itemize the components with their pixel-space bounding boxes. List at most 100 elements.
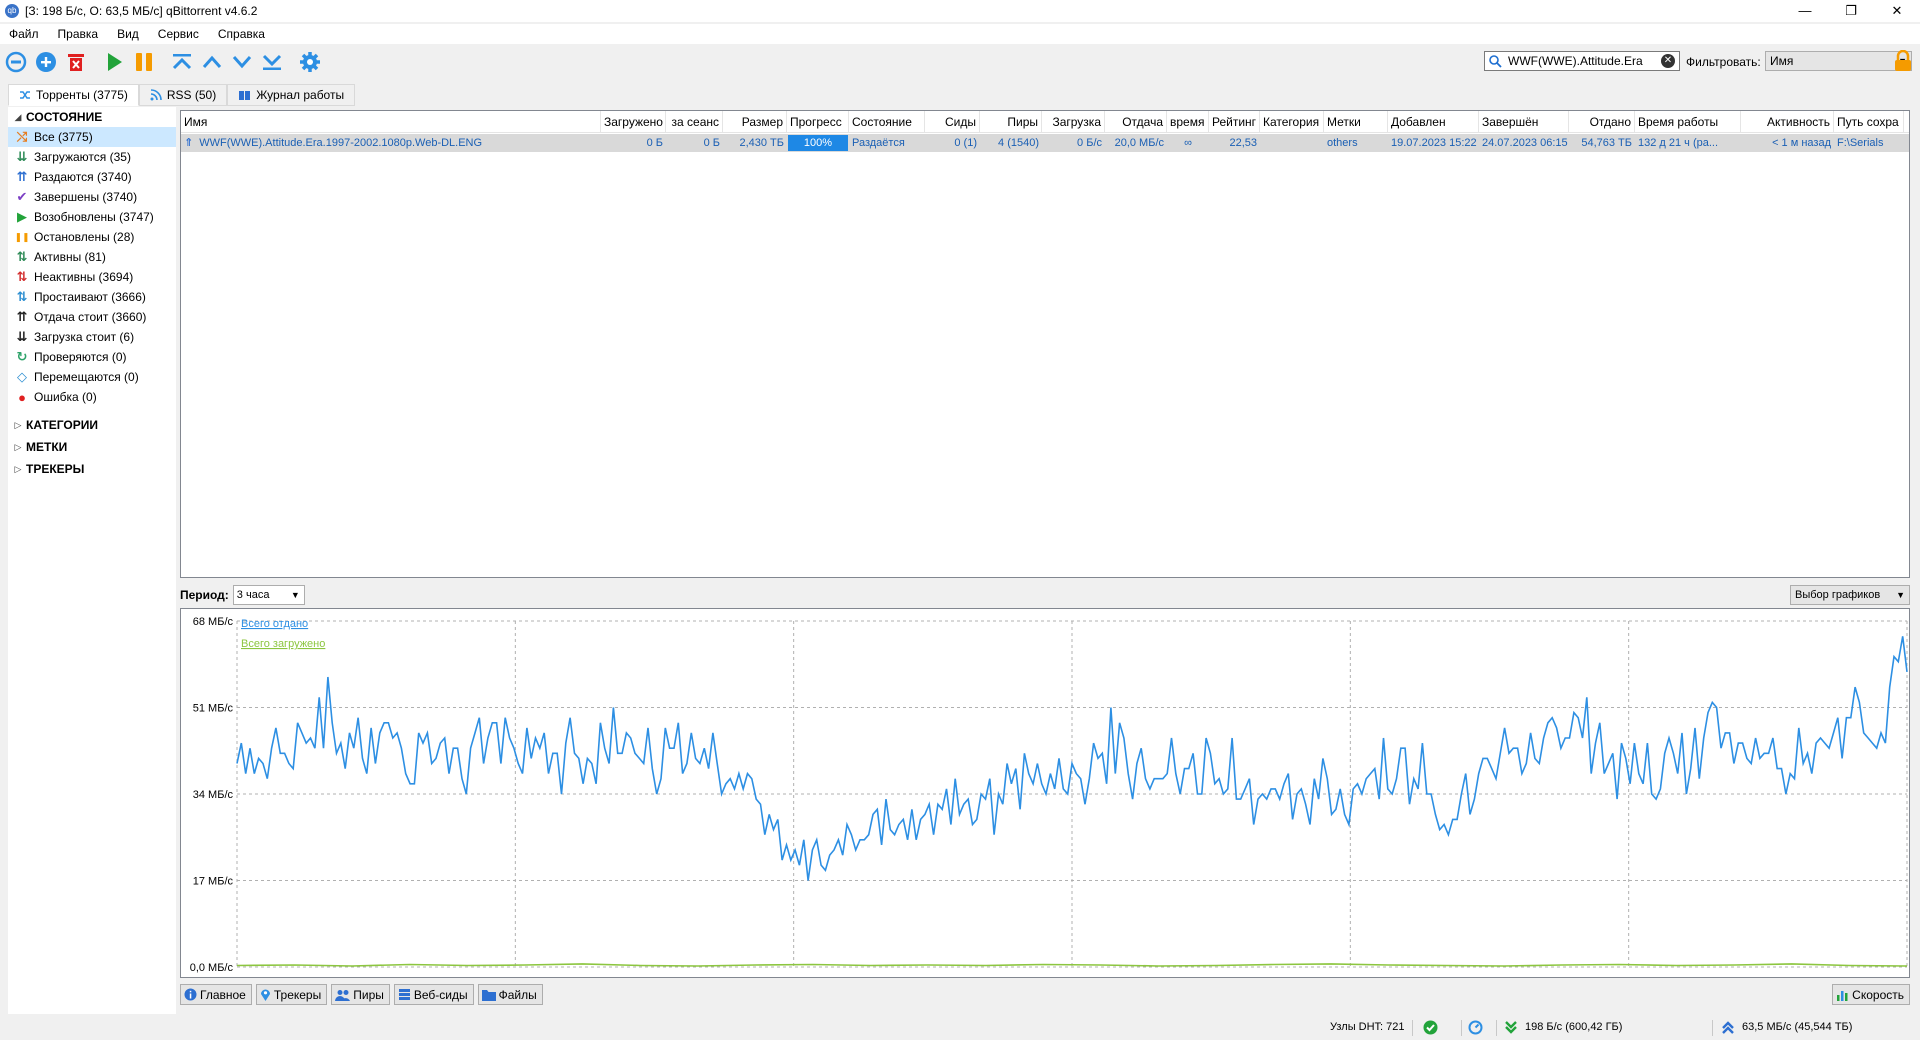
- cell-name: ⇑ WWF(WWE).Attitude.Era.1997-2002.1080p.W…: [181, 134, 601, 152]
- legend-item[interactable]: Всего отдано: [241, 618, 308, 630]
- all-icon: ⤭: [16, 129, 28, 144]
- options-button[interactable]: [296, 50, 324, 74]
- column-header[interactable]: Время работы: [1635, 111, 1741, 133]
- column-header[interactable]: за сеанс: [666, 111, 723, 133]
- search-box[interactable]: ✕: [1484, 51, 1680, 71]
- sidebar-item-label: Все (3775): [34, 130, 93, 144]
- cell-time-active: 132 д 21 ч (ра...: [1638, 137, 1719, 149]
- tab-torrents[interactable]: Торренты (3775): [8, 84, 139, 106]
- menu-tools[interactable]: Сервис: [149, 27, 209, 41]
- cell-session: 0 Б: [703, 137, 720, 149]
- tab-peers[interactable]: Пиры: [331, 984, 390, 1005]
- speed-chart: 68 МБ/с 51 МБ/с 34 МБ/с 17 МБ/с 0,0 МБ/с Всег…: [190, 616, 1908, 974]
- sidebar-item-moving[interactable]: ◇ Перемещаются (0): [8, 367, 176, 387]
- tab-speed[interactable]: Скорость: [1832, 984, 1910, 1005]
- categories-section-header[interactable]: ▷ КАТЕГОРИИ: [8, 415, 176, 435]
- connection-ok-icon[interactable]: [1423, 1020, 1438, 1035]
- sidebar-item-stalled[interactable]: ⇅ Простаивают (3666): [8, 287, 176, 307]
- lock-icon[interactable]: [1893, 50, 1913, 72]
- column-header[interactable]: Категория: [1260, 111, 1324, 133]
- progress-bar: 100%: [788, 135, 848, 151]
- column-header[interactable]: Размер: [723, 111, 787, 133]
- add-torrent-button[interactable]: [32, 50, 60, 74]
- status-header-label: СОСТОЯНИЕ: [26, 110, 103, 124]
- minimize-button[interactable]: —: [1782, 0, 1828, 22]
- tab-speed-label: Скорость: [1852, 987, 1904, 1002]
- status-section-header[interactable]: ◢ СОСТОЯНИЕ: [8, 107, 176, 127]
- sidebar-item-all[interactable]: ⤭ Все (3775): [8, 127, 176, 147]
- categories-header-label: КАТЕГОРИИ: [26, 418, 98, 432]
- delete-button[interactable]: [62, 50, 90, 74]
- download-speed-status[interactable]: 198 Б/с (600,42 ГБ): [1525, 1021, 1622, 1033]
- move-bottom-button[interactable]: [258, 50, 286, 74]
- cell-added: 19.07.2023 15:22: [1391, 137, 1477, 149]
- sidebar-item-seeding[interactable]: ⇈ Раздаются (3740): [8, 167, 176, 187]
- column-header[interactable]: Состояние: [849, 111, 925, 133]
- column-header[interactable]: Добавлен: [1388, 111, 1479, 133]
- info-icon: [184, 988, 197, 1001]
- column-header[interactable]: Рейтинг: [1209, 111, 1260, 133]
- qbittorrent-logo-icon: qb: [5, 4, 19, 18]
- move-top-icon: [172, 54, 192, 70]
- tab-trackers[interactable]: Трекеры: [255, 984, 328, 1005]
- sidebar-item-active[interactable]: ⇅ Активны (81): [8, 247, 176, 267]
- cell-last-activity: < 1 м назад: [1772, 137, 1831, 149]
- tags-section-header[interactable]: ▷ МЕТКИ: [8, 437, 176, 457]
- filter-select[interactable]: Имя ▼: [1765, 51, 1912, 71]
- tab-files[interactable]: Файлы: [477, 984, 543, 1005]
- trackers-section-header[interactable]: ▷ ТРЕКЕРЫ: [8, 459, 176, 479]
- column-header[interactable]: Активность: [1741, 111, 1834, 133]
- close-button[interactable]: ✕: [1874, 0, 1920, 22]
- sidebar-item-completed[interactable]: ✔ Завершены (3740): [8, 187, 176, 207]
- tab-log[interactable]: Журнал работы: [227, 84, 356, 106]
- pause-button[interactable]: [130, 50, 158, 74]
- tab-webseeds[interactable]: Веб-сиды: [393, 984, 474, 1005]
- sidebar-item-label: Загружаются (35): [34, 150, 131, 164]
- maximize-button[interactable]: ❐: [1828, 0, 1874, 22]
- resume-button[interactable]: [100, 50, 128, 74]
- move-down-button[interactable]: [228, 50, 256, 74]
- column-header[interactable]: Отдача: [1105, 111, 1167, 133]
- legend-item[interactable]: Всего загружено: [241, 638, 325, 650]
- sidebar-item-paused[interactable]: ❚❚ Остановлены (28): [8, 227, 176, 247]
- column-header[interactable]: Загрузка: [1042, 111, 1105, 133]
- table-row[interactable]: ⇑ WWF(WWE).Attitude.Era.1997-2002.1080p.W…: [181, 134, 1909, 152]
- move-top-button[interactable]: [168, 50, 196, 74]
- column-header[interactable]: Прогресс: [787, 111, 849, 133]
- column-header[interactable]: Завершён: [1479, 111, 1569, 133]
- column-header[interactable]: Отдано: [1569, 111, 1635, 133]
- column-header[interactable]: Пиры: [980, 111, 1042, 133]
- sidebar-item-checking[interactable]: ↻ Проверяются (0): [8, 347, 176, 367]
- window-title: [З: 198 Б/с, О: 63,5 МБ/с] qBittorrent v…: [25, 4, 258, 18]
- menu-help[interactable]: Справка: [209, 27, 275, 41]
- sidebar-item-resumed[interactable]: ▶ Возобновлены (3747): [8, 207, 176, 227]
- sidebar-item-stalled-download[interactable]: ⇊ Загрузка стоит (6): [8, 327, 176, 347]
- column-header[interactable]: Путь сохра: [1834, 111, 1904, 133]
- speed-limit-icon[interactable]: [1468, 1020, 1483, 1035]
- sidebar-item-stalled-upload[interactable]: ⇈ Отдача стоит (3660): [8, 307, 176, 327]
- upload-speed-status[interactable]: 63,5 МБ/с (45,544 ТБ): [1742, 1021, 1852, 1033]
- menu-file[interactable]: Файл: [0, 27, 49, 41]
- sidebar-item-downloading[interactable]: ⇊ Загружаются (35): [8, 147, 176, 167]
- cell-completed: 24.07.2023 06:15: [1482, 137, 1568, 149]
- search-input[interactable]: [1508, 54, 1658, 68]
- menu-view[interactable]: Вид: [108, 27, 149, 41]
- graph-select[interactable]: Выбор графиков ▼: [1790, 585, 1910, 605]
- column-header[interactable]: Загружено: [601, 111, 666, 133]
- add-link-button[interactable]: [2, 50, 30, 74]
- clear-search-icon[interactable]: ✕: [1661, 54, 1675, 68]
- period-select[interactable]: 3 часа ▼: [232, 585, 305, 605]
- tab-general[interactable]: Главное: [180, 984, 252, 1005]
- sidebar-item-error[interactable]: ● Ошибка (0): [8, 387, 176, 407]
- sidebar-item-inactive[interactable]: ⇅ Неактивны (3694): [8, 267, 176, 287]
- move-up-button[interactable]: [198, 50, 226, 74]
- menu-edit[interactable]: Правка: [49, 27, 109, 41]
- paused-icon: ❚❚: [14, 231, 30, 242]
- column-header[interactable]: Метки: [1324, 111, 1388, 133]
- tab-rss[interactable]: RSS (50): [138, 84, 228, 106]
- column-header[interactable]: Сиды: [925, 111, 980, 133]
- tab-webseeds-label: Веб-сиды: [413, 987, 468, 1002]
- speed-graph: 68 МБ/с 51 МБ/с 34 МБ/с 17 МБ/с 0,0 МБ/с Всег…: [180, 608, 1910, 978]
- column-header[interactable]: время: [1167, 111, 1209, 133]
- column-header[interactable]: Имя: [181, 111, 601, 133]
